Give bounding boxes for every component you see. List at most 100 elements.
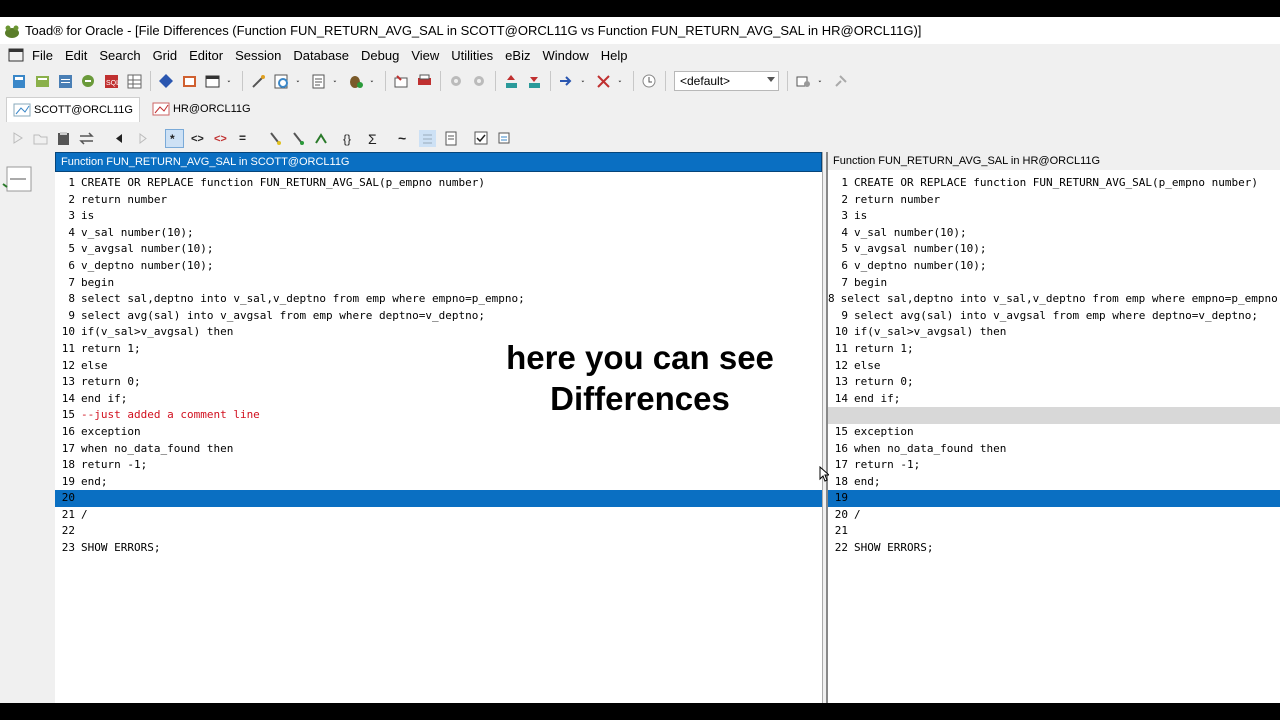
code-line[interactable]: 8 select sal,deptno into v_sal,v_deptno f… bbox=[828, 291, 1280, 308]
code-line[interactable]: 16 when no_data_found then bbox=[828, 441, 1280, 458]
code-line[interactable]: 6 v_deptno number(10); bbox=[55, 258, 822, 275]
code-line[interactable]: 11 return 1; bbox=[828, 341, 1280, 358]
code-line[interactable]: 6 v_deptno number(10); bbox=[828, 258, 1280, 275]
brackets-icon[interactable]: {} bbox=[342, 130, 359, 147]
menu-grid[interactable]: Grid bbox=[147, 48, 184, 63]
code-line[interactable]: 19 bbox=[828, 490, 1280, 507]
dropdown-arrow-icon[interactable] bbox=[296, 73, 304, 90]
code-line[interactable]: 5 v_avgsal number(10); bbox=[55, 241, 822, 258]
code-line[interactable]: 1 CREATE OR REPLACE function FUN_RETURN_A… bbox=[55, 175, 822, 192]
menu-debug[interactable]: Debug bbox=[355, 48, 405, 63]
code-line[interactable]: 7 begin bbox=[828, 275, 1280, 292]
compile-icon[interactable] bbox=[393, 73, 410, 90]
sum-icon[interactable]: Σ bbox=[365, 130, 382, 147]
code-line[interactable]: 16 exception bbox=[55, 424, 822, 441]
right-diff-pane[interactable]: Function FUN_RETURN_AVG_SAL in HR@ORCL11… bbox=[826, 152, 1280, 703]
code-line[interactable]: 1 CREATE OR REPLACE function FUN_RETURN_A… bbox=[828, 175, 1280, 192]
dropdown-arrow-icon[interactable] bbox=[370, 73, 378, 90]
show-differences-icon[interactable]: <> bbox=[190, 130, 207, 147]
layout-combo[interactable]: <default> bbox=[674, 71, 779, 91]
download-icon[interactable] bbox=[526, 73, 543, 90]
open-folder-icon[interactable] bbox=[32, 130, 49, 147]
next-arrow-icon[interactable] bbox=[134, 130, 151, 147]
right-code-area[interactable]: 1 CREATE OR REPLACE function FUN_RETURN_A… bbox=[828, 175, 1280, 557]
code-line[interactable]: 5 v_avgsal number(10); bbox=[828, 241, 1280, 258]
disconnect-icon[interactable] bbox=[595, 73, 612, 90]
code-line[interactable]: 4 v_sal number(10); bbox=[828, 225, 1280, 242]
sync-scroll-icon[interactable] bbox=[442, 130, 459, 147]
window-menu-icon[interactable] bbox=[8, 48, 24, 62]
code-line[interactable]: 13 return 0; bbox=[828, 374, 1280, 391]
merge-icon[interactable] bbox=[313, 130, 330, 147]
settings-gear-icon[interactable] bbox=[448, 73, 465, 90]
checkbox-icon[interactable] bbox=[473, 130, 490, 147]
menu-database[interactable]: Database bbox=[287, 48, 355, 63]
sql-editor-icon[interactable] bbox=[57, 73, 74, 90]
dropdown-arrow-icon[interactable] bbox=[818, 73, 826, 90]
new-connection-icon[interactable] bbox=[11, 73, 28, 90]
magic-wand-icon[interactable] bbox=[250, 73, 267, 90]
code-line[interactable]: 4 v_sal number(10); bbox=[55, 225, 822, 242]
procedure-editor-icon[interactable] bbox=[80, 73, 97, 90]
debug-icon[interactable] bbox=[347, 73, 364, 90]
code-line[interactable]: 22 bbox=[55, 523, 822, 540]
menu-search[interactable]: Search bbox=[93, 48, 146, 63]
grid-icon[interactable] bbox=[126, 73, 143, 90]
code-line[interactable]: 3 is bbox=[55, 208, 822, 225]
previous-arrow-icon[interactable] bbox=[111, 130, 128, 147]
code-line[interactable]: 17 when no_data_found then bbox=[55, 441, 822, 458]
code-line[interactable]: 17 return -1; bbox=[828, 457, 1280, 474]
paste-icon[interactable] bbox=[55, 130, 72, 147]
dropdown-arrow-icon[interactable] bbox=[618, 73, 626, 90]
left-diff-pane[interactable]: Function FUN_RETURN_AVG_SAL in SCOTT@ORC… bbox=[55, 152, 823, 703]
play-icon[interactable] bbox=[9, 130, 26, 147]
code-line[interactable]: 18 return -1; bbox=[55, 457, 822, 474]
code-line[interactable]: 21 / bbox=[55, 507, 822, 524]
code-line[interactable]: 2 return number bbox=[828, 192, 1280, 209]
menu-file[interactable]: File bbox=[26, 48, 59, 63]
menu-edit[interactable]: Edit bbox=[59, 48, 93, 63]
schema-browser-icon[interactable] bbox=[34, 73, 51, 90]
code-line[interactable]: 10 if(v_sal>v_avgsal) then bbox=[828, 324, 1280, 341]
code-line[interactable]: 2 return number bbox=[55, 192, 822, 209]
menu-utilities[interactable]: Utilities bbox=[445, 48, 499, 63]
code-line[interactable] bbox=[828, 407, 1280, 424]
menu-ebiz[interactable]: eBiz bbox=[499, 48, 536, 63]
code-line[interactable]: 9 select avg(sal) into v_avgsal from emp … bbox=[55, 308, 822, 325]
code-line[interactable]: 8 select sal,deptno into v_sal,v_deptno f… bbox=[55, 291, 822, 308]
gear-icon[interactable] bbox=[471, 73, 488, 90]
sql-icon[interactable]: SQL bbox=[103, 73, 120, 90]
line-numbers-icon[interactable] bbox=[419, 129, 436, 147]
menu-session[interactable]: Session bbox=[229, 48, 287, 63]
print-icon[interactable] bbox=[416, 73, 433, 90]
connection-tab-scott[interactable]: SCOTT@ORCL11G bbox=[6, 96, 140, 122]
upload-icon[interactable] bbox=[503, 73, 520, 90]
menu-window[interactable]: Window bbox=[536, 48, 594, 63]
code-line[interactable]: 21 bbox=[828, 523, 1280, 540]
code-line[interactable]: 14 end if; bbox=[828, 391, 1280, 408]
code-line[interactable]: 7 begin bbox=[55, 275, 822, 292]
filter-icon[interactable] bbox=[290, 130, 307, 147]
code-line[interactable]: 20 bbox=[55, 490, 822, 507]
code-line[interactable]: 18 end; bbox=[828, 474, 1280, 491]
show-equal-icon[interactable]: = bbox=[236, 130, 253, 147]
menu-view[interactable]: View bbox=[405, 48, 445, 63]
code-line[interactable]: 19 end; bbox=[55, 474, 822, 491]
connect-icon[interactable] bbox=[558, 73, 575, 90]
window-icon[interactable] bbox=[204, 73, 221, 90]
code-line[interactable]: 3 is bbox=[828, 208, 1280, 225]
refresh-icon[interactable] bbox=[273, 73, 290, 90]
show-changed-icon[interactable]: <> bbox=[213, 130, 230, 147]
menu-help[interactable]: Help bbox=[595, 48, 634, 63]
highlight-icon[interactable] bbox=[267, 130, 284, 147]
connection-tab-hr[interactable]: HR@ORCL11G bbox=[146, 97, 257, 121]
code-line[interactable]: 15 exception bbox=[828, 424, 1280, 441]
dropdown-arrow-icon[interactable] bbox=[227, 73, 235, 90]
dropdown-arrow-icon[interactable] bbox=[333, 73, 341, 90]
code-line[interactable]: 22 SHOW ERRORS; bbox=[828, 540, 1280, 557]
code-line[interactable]: 20 / bbox=[828, 507, 1280, 524]
layout-settings-icon[interactable] bbox=[795, 73, 812, 90]
code-line[interactable]: 9 select avg(sal) into v_avgsal from emp … bbox=[828, 308, 1280, 325]
dropdown-arrow-icon[interactable] bbox=[581, 73, 589, 90]
options-icon[interactable] bbox=[496, 130, 513, 147]
